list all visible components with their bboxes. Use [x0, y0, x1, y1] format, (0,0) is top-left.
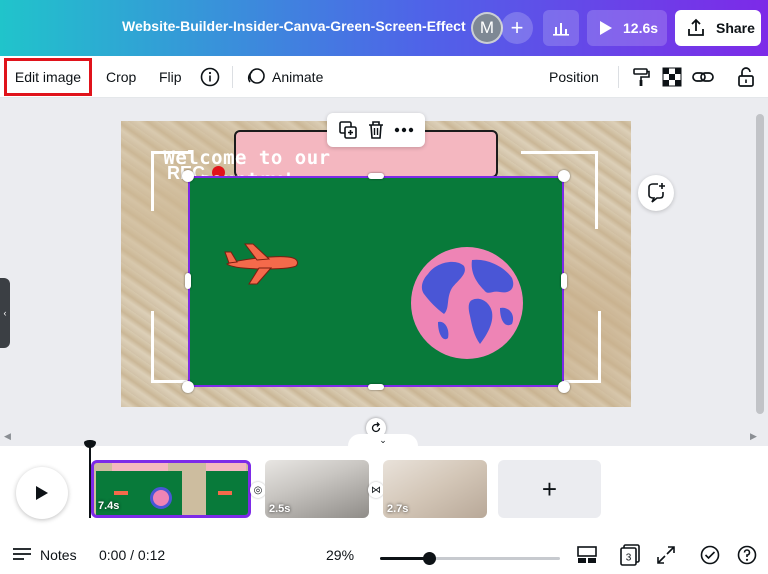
timeline-clip[interactable]: 2.5s — [265, 460, 369, 518]
frame-corner — [521, 151, 598, 154]
toolbar-divider — [618, 66, 619, 88]
add-page-button[interactable]: + — [498, 460, 601, 518]
frame-corner — [598, 311, 601, 383]
paint-roller-icon[interactable] — [629, 65, 653, 89]
timeline-clip[interactable]: 7.4s — [91, 460, 251, 518]
play-button[interactable] — [16, 467, 68, 519]
lock-icon[interactable] — [734, 65, 758, 89]
zoom-level[interactable]: 29% — [326, 536, 354, 574]
share-upload-icon — [688, 18, 704, 36]
top-bar: Website-Builder-Insider-Canva-Green-Scre… — [0, 0, 768, 56]
share-button[interactable]: Share — [675, 10, 761, 46]
timeline-clip[interactable]: 2.7s — [383, 460, 487, 518]
resize-handle-top[interactable] — [368, 173, 384, 179]
help-button[interactable] — [737, 536, 757, 574]
transparency-icon[interactable] — [660, 65, 684, 89]
frame-corner — [151, 311, 154, 383]
expand-icon — [657, 546, 675, 564]
zoom-slider-fill — [380, 557, 429, 560]
side-panel-toggle[interactable]: ‹ — [0, 278, 10, 348]
clip-thumbnail-banner — [112, 463, 168, 471]
insights-button[interactable] — [543, 10, 579, 46]
position-button[interactable]: Position — [549, 56, 599, 98]
timeline-collapse-toggle[interactable]: ⌄ — [348, 434, 418, 446]
fullscreen-button[interactable] — [657, 536, 675, 574]
clip-thumbnail-plane — [114, 491, 128, 495]
grid-view-button[interactable] — [577, 536, 597, 574]
clip-duration: 2.5s — [269, 503, 291, 515]
present-button[interactable]: 12.6s — [587, 10, 667, 46]
add-collaborator-button[interactable]: + — [501, 12, 533, 44]
bar-chart-icon — [553, 23, 569, 36]
timeline: 7.4s ◎ 2.5s ⋈ 2.7s + — [0, 440, 768, 536]
animate-button[interactable]: Animate — [272, 56, 323, 98]
more-options-icon[interactable] — [394, 127, 414, 133]
check-circle-icon — [700, 545, 720, 565]
resize-handle-right[interactable] — [561, 273, 567, 289]
resize-handle-left[interactable] — [185, 273, 191, 289]
pages-button[interactable]: 3 — [619, 536, 641, 574]
frame-corner — [151, 380, 187, 383]
document-title[interactable]: Website-Builder-Insider-Canva-Green-Scre… — [122, 18, 466, 34]
help-icon — [737, 545, 757, 565]
footer-bar: Notes 0:00 / 0:12 29% 3 — [0, 536, 768, 574]
scroll-right-arrow[interactable]: ▶ — [750, 431, 757, 442]
clip-thumbnail-banner — [206, 463, 246, 471]
info-icon[interactable] — [198, 65, 222, 89]
trash-icon[interactable] — [367, 120, 385, 140]
globe-icon — [411, 247, 523, 359]
pages-icon: 3 — [620, 544, 640, 566]
frame-corner — [595, 151, 598, 229]
add-comment-button[interactable] — [638, 175, 674, 211]
zoom-slider[interactable] — [380, 552, 560, 565]
resize-handle-bottom[interactable] — [368, 384, 384, 390]
clip-duration: 7.4s — [98, 500, 120, 512]
page-count: 3 — [626, 553, 632, 564]
airplane-icon — [224, 243, 298, 285]
clip-thumbnail-globe — [150, 487, 172, 509]
share-label: Share — [716, 20, 755, 36]
notes-label: Notes — [40, 547, 77, 563]
transition-icon[interactable]: ⋈ — [368, 482, 384, 498]
element-floating-menu — [327, 113, 425, 147]
scroll-left-arrow[interactable]: ◀ — [4, 431, 11, 442]
present-duration: 12.6s — [623, 20, 659, 36]
resize-handle-bottom-left[interactable] — [182, 381, 194, 393]
playhead-handle[interactable] — [84, 440, 96, 448]
user-avatar[interactable]: M — [471, 12, 503, 44]
edit-image-button[interactable]: Edit image — [4, 58, 92, 96]
playhead[interactable] — [89, 440, 91, 518]
green-screen-image[interactable] — [188, 176, 564, 387]
check-button[interactable] — [700, 536, 720, 574]
animate-icon[interactable] — [244, 65, 268, 89]
rotate-icon — [371, 422, 381, 433]
toolbar-divider — [232, 66, 233, 88]
notes-button[interactable]: Notes — [12, 536, 77, 574]
comment-plus-icon — [648, 183, 665, 203]
link-icon[interactable] — [691, 65, 715, 89]
vertical-scrollbar[interactable] — [756, 114, 764, 414]
transition-icon[interactable]: ◎ — [250, 482, 266, 498]
play-icon — [600, 21, 612, 35]
resize-handle-top-right[interactable] — [558, 170, 570, 182]
play-icon — [36, 486, 48, 500]
canvas-area: REC Welcome to our country! — [0, 98, 768, 446]
resize-handle-bottom-right[interactable] — [558, 381, 570, 393]
notes-icon — [13, 548, 31, 560]
duplicate-icon[interactable] — [338, 120, 358, 140]
zoom-slider-knob[interactable] — [422, 552, 436, 565]
playback-time: 0:00 / 0:12 — [99, 547, 166, 563]
clip-duration: 2.7s — [387, 503, 409, 515]
timeline-view-icon — [577, 546, 597, 563]
resize-handle-top-left[interactable] — [182, 170, 194, 182]
clip-thumbnail-plane — [218, 491, 232, 495]
